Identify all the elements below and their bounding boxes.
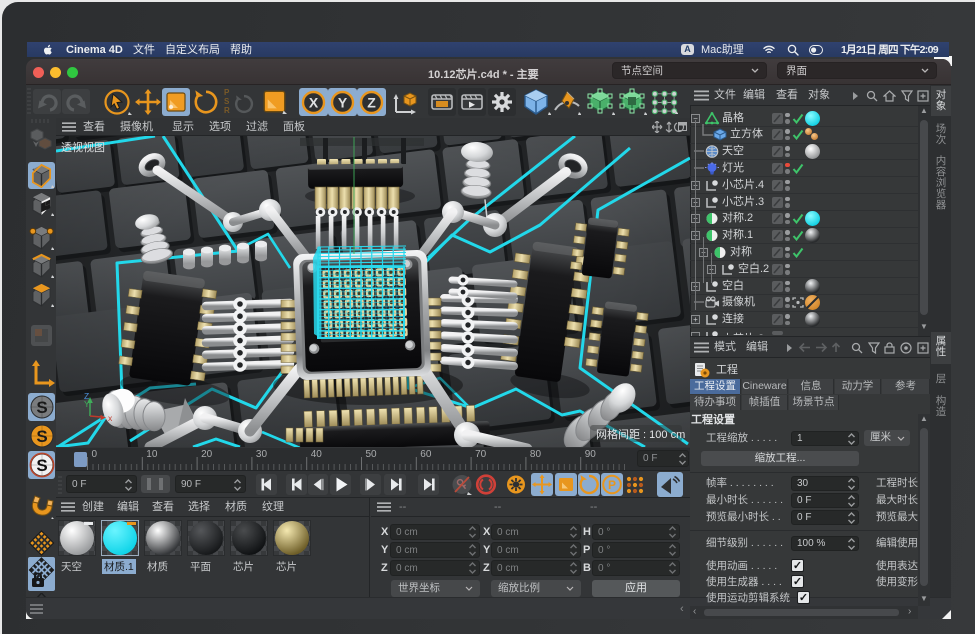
- svg-text:Z: Z: [367, 95, 376, 111]
- svg-text:S: S: [36, 398, 47, 417]
- svg-text:P: P: [608, 478, 616, 492]
- svg-text:Y: Y: [84, 399, 90, 409]
- svg-text:X: X: [309, 95, 319, 111]
- svg-text:透视视图: 透视视图: [61, 140, 105, 154]
- svg-text:网格间距 : 100 cm: 网格间距 : 100 cm: [596, 427, 685, 441]
- svg-text:S: S: [36, 456, 47, 475]
- svg-text:S: S: [36, 427, 47, 446]
- svg-text:Y: Y: [338, 95, 348, 111]
